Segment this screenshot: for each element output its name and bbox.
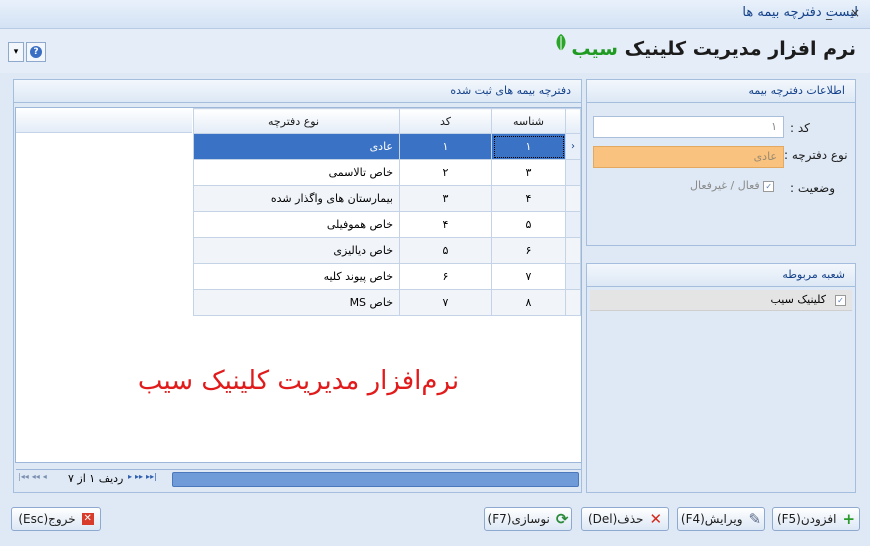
cell-type[interactable]: خاص پیوند کلیه	[193, 263, 400, 290]
add-button-label: افزودن(F5)	[776, 512, 837, 526]
row-indicator-icon[interactable]: ›	[565, 133, 581, 160]
column-header-type[interactable]: نوع دفترچه	[193, 108, 400, 134]
cell-code[interactable]: ۱	[399, 133, 492, 160]
row-indicator[interactable]	[565, 211, 581, 238]
cell-code[interactable]: ۷	[399, 289, 492, 316]
table-row[interactable]: خاص دیالیزی ۵ ۶	[193, 237, 581, 264]
cell-type[interactable]: خاص دیالیزی	[193, 237, 400, 264]
exit-icon: ✕	[81, 513, 94, 525]
table-row[interactable]: بیمارستان های واگذار شده ۳ ۴	[193, 185, 581, 212]
refresh-button-label: نوسازی(F7)	[487, 512, 550, 526]
help-button[interactable]: ?	[26, 42, 46, 62]
cell-id[interactable]: ۷	[491, 263, 566, 290]
cell-code[interactable]: ۵	[399, 237, 492, 264]
insurance-table: نوع دفترچه کد شناسه عادی ۱ ۱ › خاص تالاس…	[193, 108, 581, 316]
row-indicator[interactable]	[565, 185, 581, 212]
cell-code[interactable]: ۲	[399, 159, 492, 186]
help-group: ▾ ?	[8, 42, 46, 62]
help-dropdown-button[interactable]: ▾	[8, 42, 24, 62]
table-row[interactable]: خاص پیوند کلیه ۶ ۷	[193, 263, 581, 290]
insurance-grid[interactable]: نوع دفترچه کد شناسه عادی ۱ ۱ › خاص تالاس…	[15, 107, 582, 488]
nav-next-group: ▸ ▸▸ ▸▸|	[128, 472, 157, 481]
window-title: لیست دفترچه بیمه ها	[742, 5, 858, 20]
status-checkbox[interactable]: ✓	[763, 180, 775, 192]
logo-brand: سیب	[571, 38, 618, 60]
refresh-icon: ⟳	[555, 510, 569, 528]
cell-code[interactable]: ۴	[399, 211, 492, 238]
nav-prev-button[interactable]: ◂	[43, 472, 47, 481]
minimize-button[interactable]: _	[826, 6, 832, 20]
status-label: وضعیت :	[790, 181, 836, 195]
logo-text: نرم افزار مدیریت کلینیک	[624, 38, 856, 60]
record-counter: ردیف ۱ از ۷	[68, 472, 124, 485]
row-indicator[interactable]	[565, 263, 581, 290]
cell-type[interactable]: خاص تالاسمی	[193, 159, 400, 186]
branch-checkbox[interactable]: ✓	[835, 295, 846, 306]
column-header-code[interactable]: کد	[399, 108, 492, 134]
edit-icon: ✎	[748, 510, 762, 528]
status-checkbox-label: فعال / غیرفعال	[690, 179, 760, 192]
nav-first-button[interactable]: |◂◂	[18, 472, 29, 481]
table-row[interactable]: خاص هموفیلی ۴ ۵	[193, 211, 581, 238]
info-panel-title: اطلاعات دفترچه بیمه	[587, 80, 855, 103]
cell-code[interactable]: ۶	[399, 263, 492, 290]
cell-code[interactable]: ۳	[399, 185, 492, 212]
grid-navigator: |◂◂ ◂◂ ◂ ردیف ۱ از ۷ ▸ ▸▸ ▸▸|	[16, 469, 581, 488]
close-button[interactable]: ×	[850, 6, 860, 20]
edit-button-label: ویرایش(F4)	[680, 512, 743, 526]
table-row[interactable]: خاص تالاسمی ۲ ۳	[193, 159, 581, 186]
cell-id[interactable]: ۶	[491, 237, 566, 264]
edit-button[interactable]: ✎ ویرایش(F4)	[677, 507, 765, 531]
branch-panel-title: شعبه مربوطه	[587, 264, 855, 287]
cell-type[interactable]: عادی	[193, 133, 400, 160]
cell-id[interactable]: ۸	[491, 289, 566, 316]
table-row[interactable]: خاص MS ۷ ۸	[193, 289, 581, 316]
cell-type[interactable]: خاص هموفیلی	[193, 211, 400, 238]
help-icon: ?	[30, 46, 42, 58]
column-header-indicator	[565, 108, 581, 134]
type-field[interactable]: عادی	[593, 146, 784, 168]
status-checkbox-group[interactable]: ✓ فعال / غیرفعال	[690, 179, 775, 192]
app-logo: نرم افزار مدیریت کلینیک سیب	[556, 34, 856, 60]
table-row[interactable]: عادی ۱ ۱ ›	[193, 133, 581, 160]
code-label: کد :	[790, 121, 810, 135]
apple-leaf-icon	[556, 34, 566, 51]
grid-header-empty	[16, 108, 192, 133]
branch-list-item[interactable]: ✓ کلینیک سیب	[590, 290, 852, 311]
watermark-text: نرم‌افزار مدیریت کلینیک سیب	[137, 366, 460, 396]
cell-type[interactable]: بیمارستان های واگذار شده	[193, 185, 400, 212]
column-header-id[interactable]: شناسه	[491, 108, 566, 134]
plus-icon: +	[842, 510, 856, 528]
delete-button-label: حذف(Del)	[587, 512, 644, 526]
exit-button-label: خروج(Esc)	[18, 512, 76, 526]
nav-next-page-button[interactable]: ▸▸	[135, 472, 143, 481]
nav-next-button[interactable]: ▸	[128, 472, 132, 481]
nav-last-button[interactable]: ▸▸|	[146, 472, 157, 481]
row-indicator[interactable]	[565, 289, 581, 316]
refresh-button[interactable]: ⟳ نوسازی(F7)	[484, 507, 572, 531]
cell-id[interactable]: ۱	[491, 133, 566, 160]
exit-button[interactable]: ✕ خروج(Esc)	[11, 507, 101, 531]
row-indicator[interactable]	[565, 159, 581, 186]
branch-label: کلینیک سیب	[770, 293, 826, 306]
cell-id[interactable]: ۵	[491, 211, 566, 238]
horizontal-scrollbar[interactable]	[172, 472, 579, 487]
grid-panel-title: دفترچه بیمه های ثبت شده	[14, 80, 581, 103]
cell-id[interactable]: ۴	[491, 185, 566, 212]
delete-button[interactable]: ✕ حذف(Del)	[581, 507, 669, 531]
delete-icon: ✕	[649, 510, 663, 528]
nav-first-group: |◂◂ ◂◂ ◂	[18, 472, 47, 481]
code-field[interactable]: ۱	[593, 116, 784, 138]
nav-prev-page-button[interactable]: ◂◂	[32, 472, 40, 481]
cell-id[interactable]: ۳	[491, 159, 566, 186]
add-button[interactable]: + افزودن(F5)	[772, 507, 860, 531]
window-titlebar: لیست دفترچه بیمه ها _ ×	[0, 0, 870, 29]
cell-type[interactable]: خاص MS	[193, 289, 400, 316]
type-label: نوع دفترچه :	[784, 148, 848, 162]
row-indicator[interactable]	[565, 237, 581, 264]
